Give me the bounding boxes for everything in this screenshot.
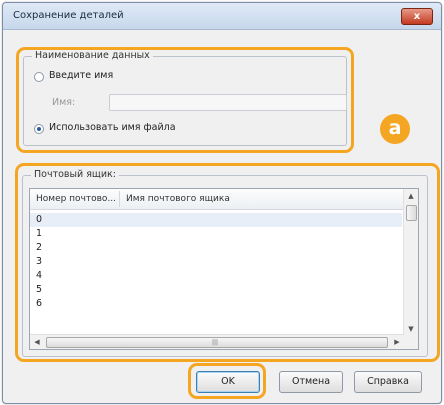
save-details-dialog: Сохранение деталей x Наименование данных… (2, 2, 442, 404)
callout-badge-a: a (380, 114, 410, 144)
window-title: Сохранение деталей (13, 10, 124, 21)
cancel-button[interactable]: Отмена (279, 371, 343, 393)
mailbox-highlight (15, 163, 440, 362)
help-button[interactable]: Справка (354, 371, 422, 393)
data-name-highlight (16, 47, 354, 153)
close-button[interactable]: x (401, 8, 433, 25)
ok-highlight (188, 363, 266, 399)
title-bar: Сохранение деталей x (3, 3, 441, 30)
